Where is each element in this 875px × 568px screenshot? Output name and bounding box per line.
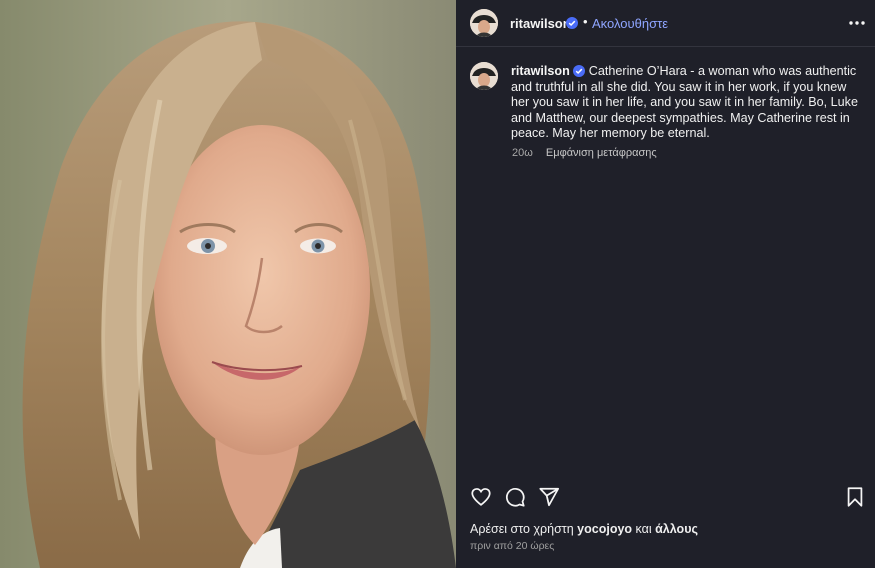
likes-prefix: Αρέσει στο χρήστη: [470, 522, 574, 536]
comment-avatar[interactable]: [470, 62, 498, 90]
see-translation-button[interactable]: Εμφάνιση μετάφρασης: [546, 147, 657, 159]
comment-username[interactable]: ritawilson: [511, 64, 570, 78]
caption-text-block: ritawilson Catherine O’Hara - a woman wh…: [511, 64, 865, 142]
comment-icon[interactable]: [504, 486, 526, 508]
share-icon[interactable]: [538, 486, 560, 508]
heart-icon[interactable]: [470, 486, 492, 508]
post-header: ritawilson • Ακολουθήστε: [456, 0, 875, 47]
post-side-panel: ritawilson • Ακολουθήστε ritawilson Cath…: [456, 0, 875, 568]
comment-meta: 20ω Εμφάνιση μετάφρασης: [512, 147, 657, 159]
header-username[interactable]: ritawilson: [510, 16, 571, 31]
avatar-image: [470, 9, 498, 37]
more-options-icon[interactable]: [848, 13, 866, 33]
liker-username[interactable]: yocojoyo: [577, 522, 632, 536]
likes-summary: Αρέσει στο χρήστη yocojoyo και άλλους: [470, 522, 698, 536]
header-separator: •: [583, 14, 588, 29]
portrait-illustration: [0, 0, 456, 568]
verified-badge-icon: [566, 17, 578, 29]
follow-button[interactable]: Ακολουθήστε: [592, 16, 668, 31]
bookmark-icon[interactable]: [844, 486, 866, 508]
post-photo[interactable]: [0, 0, 456, 568]
avatar-image: [470, 62, 498, 90]
action-bar: [470, 486, 868, 508]
verified-badge-icon: [573, 65, 586, 77]
likes-conjunction: και: [635, 522, 652, 536]
avatar[interactable]: [470, 9, 498, 37]
comment-age: 20ω: [512, 147, 533, 159]
likes-others-link[interactable]: άλλους: [655, 522, 698, 536]
post-timestamp: πριν από 20 ώρες: [470, 540, 555, 552]
